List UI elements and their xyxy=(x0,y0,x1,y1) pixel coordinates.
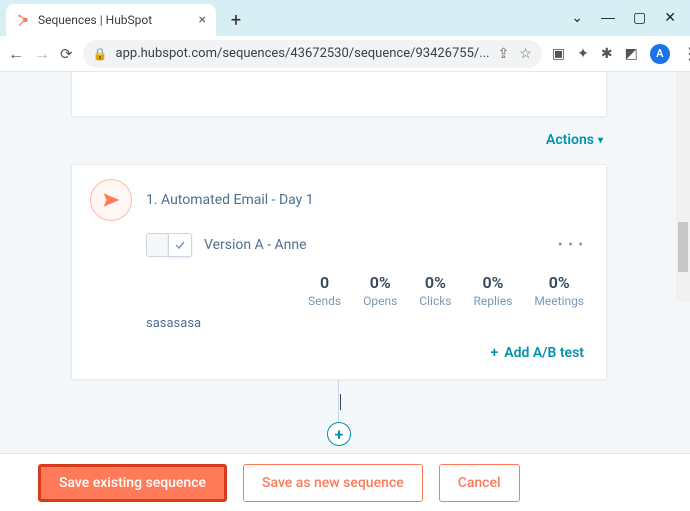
minimize-icon[interactable]: ― xyxy=(601,9,615,26)
sequence-step-card: 1. Automated Email - Day 1 Version A - A… xyxy=(71,164,607,380)
page-body: Actions ▾ 1. Automated Email - Day 1 Ver… xyxy=(0,72,690,511)
add-ab-test-button[interactable]: + Add A/B test xyxy=(491,345,584,361)
scrollbar-track[interactable] xyxy=(676,72,690,302)
metric-sends: 0 Sends xyxy=(308,273,341,308)
actions-label: Actions xyxy=(546,132,594,148)
step-title: 1. Automated Email - Day 1 xyxy=(146,192,314,208)
scrollbar-thumb[interactable] xyxy=(678,222,688,272)
omnibox[interactable]: 🔒 app.hubspot.com/sequences/43672530/seq… xyxy=(83,40,542,68)
star-icon[interactable]: ☆ xyxy=(519,46,532,62)
save-as-new-sequence-button[interactable]: Save as new sequence xyxy=(243,464,423,502)
maximize-icon[interactable]: ▢ xyxy=(633,9,646,26)
chevron-down-icon[interactable]: ⌄ xyxy=(571,9,583,26)
email-preview-text: sasasasa xyxy=(72,312,606,339)
extensions-puzzle-icon[interactable]: ✱ xyxy=(601,46,613,62)
step-more-icon[interactable]: • • • xyxy=(558,237,584,253)
close-window-icon[interactable]: ✕ xyxy=(664,9,676,26)
footer-bar: Save existing sequence Save as new seque… xyxy=(0,453,690,511)
plus-icon: + xyxy=(491,345,499,361)
insert-caret xyxy=(340,394,341,410)
tab-close-icon[interactable]: × xyxy=(199,12,206,28)
save-existing-sequence-button[interactable]: Save existing sequence xyxy=(38,464,227,502)
add-ab-label: Add A/B test xyxy=(504,345,584,361)
browser-titlebar: Sequences | HubSpot × + ⌄ ― ▢ ✕ xyxy=(0,0,690,36)
forward-icon[interactable]: → xyxy=(34,44,50,64)
window-controls: ⌄ ― ▢ ✕ xyxy=(571,9,690,36)
extension-icon-1[interactable]: ▣ xyxy=(552,46,565,62)
metric-opens: 0% Opens xyxy=(363,273,397,308)
step-connector-line xyxy=(338,380,339,422)
extension-icon-3[interactable]: ◩ xyxy=(625,46,638,62)
add-step-button[interactable]: + xyxy=(327,422,351,446)
metrics-row: 0 Sends 0% Opens 0% Clicks 0% Replies 0%… xyxy=(72,267,606,312)
metric-meetings: 0% Meetings xyxy=(534,273,584,308)
version-toggle[interactable] xyxy=(146,233,192,257)
actions-dropdown[interactable]: Actions ▾ xyxy=(546,132,603,148)
hubspot-favicon-icon xyxy=(16,13,30,27)
share-icon[interactable]: ⇪ xyxy=(498,46,510,62)
caret-down-icon: ▾ xyxy=(598,135,603,146)
browser-toolbar: ← → ⟳ 🔒 app.hubspot.com/sequences/436725… xyxy=(0,36,690,72)
browser-tab[interactable]: Sequences | HubSpot × xyxy=(6,4,216,36)
automated-email-icon xyxy=(90,179,132,221)
url-text: app.hubspot.com/sequences/43672530/seque… xyxy=(116,46,490,61)
profile-avatar[interactable]: A xyxy=(650,44,670,64)
cancel-button[interactable]: Cancel xyxy=(439,464,520,502)
tab-title: Sequences | HubSpot xyxy=(38,13,191,27)
metric-replies: 0% Replies xyxy=(474,273,513,308)
check-icon xyxy=(168,233,192,257)
reload-icon[interactable]: ⟳ xyxy=(60,45,73,63)
chrome-menu-icon[interactable]: ⋮ xyxy=(682,44,690,63)
lock-icon: 🔒 xyxy=(93,47,108,61)
back-icon[interactable]: ← xyxy=(8,44,24,64)
metric-clicks: 0% Clicks xyxy=(419,273,451,308)
version-label: Version A - Anne xyxy=(204,237,307,253)
new-tab-button[interactable]: + xyxy=(222,6,250,34)
extension-icon-2[interactable]: ✦ xyxy=(577,46,589,62)
previous-card-partial xyxy=(71,72,607,117)
